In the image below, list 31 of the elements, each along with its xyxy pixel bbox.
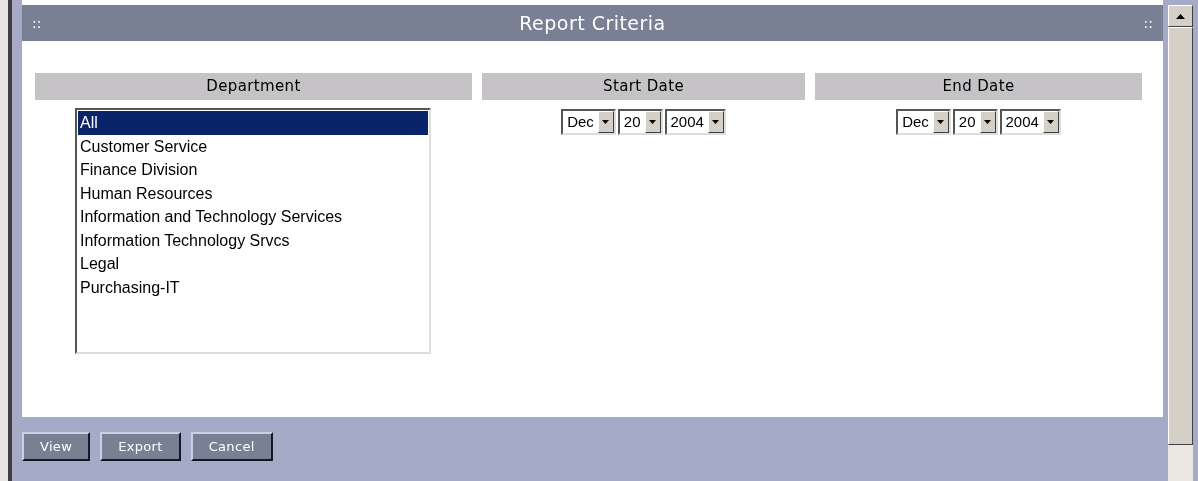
department-listbox[interactable]: All Customer Service Finance Division Human Resources Information and Technology Services Information Technology Srvcs Legal Purchasing-IT	[75, 108, 431, 354]
list-option[interactable]: Finance Division	[78, 158, 428, 182]
dropdown-arrow-icon	[602, 120, 610, 124]
month-select[interactable]: Dec	[896, 109, 951, 135]
month-select[interactable]: Dec	[561, 109, 616, 135]
year-select[interactable]: 2004	[664, 109, 726, 135]
list-option[interactable]: Human Resources	[78, 181, 428, 205]
panel-title: Report Criteria	[519, 10, 666, 36]
list-option[interactable]: Information and Technology Services	[78, 205, 428, 229]
list-option[interactable]: Purchasing-IT	[78, 275, 428, 299]
dropdown-arrow-icon	[1047, 120, 1055, 124]
list-option[interactable]: Customer Service	[78, 134, 428, 158]
dropdown-arrow-icon	[649, 120, 656, 124]
dropdown-arrow-icon	[712, 120, 720, 124]
action-button[interactable]: View	[22, 432, 91, 461]
day-select[interactable]: 20	[952, 109, 998, 135]
dropdown-arrow-icon	[984, 120, 991, 124]
column-header: Start Date	[482, 73, 805, 100]
scroll-up-icon[interactable]	[1176, 13, 1185, 19]
column-header: End Date	[815, 73, 1142, 100]
list-option[interactable]: Information Technology Srvcs	[78, 228, 428, 252]
list-option[interactable]: Legal	[78, 252, 428, 276]
action-button[interactable]: Export	[100, 432, 181, 461]
action-button[interactable]: Cancel	[190, 432, 273, 461]
column-header: Department	[35, 73, 472, 100]
grip-handle[interactable]: ::	[32, 12, 42, 34]
dropdown-arrow-icon	[937, 120, 945, 124]
list-option[interactable]: All	[78, 111, 428, 135]
year-select[interactable]: 2004	[999, 109, 1061, 135]
day-select[interactable]: 20	[617, 109, 663, 135]
grip-handle[interactable]: ::	[1143, 12, 1153, 34]
